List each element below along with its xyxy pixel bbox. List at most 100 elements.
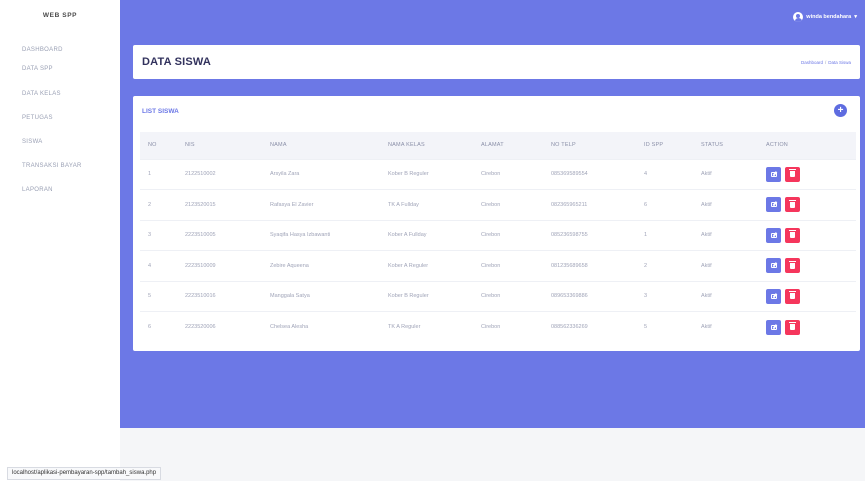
plus-icon: + xyxy=(837,105,844,116)
cell-nama: Manggala Satya xyxy=(270,293,310,300)
delete-button[interactable] xyxy=(785,197,800,213)
cell-kelas: Kober B Reguler xyxy=(388,293,429,300)
cell-id-spp: 4 xyxy=(644,171,648,178)
cell-kelas: TK A Fullday xyxy=(388,201,419,208)
edit-button[interactable] xyxy=(766,197,781,213)
trash-icon xyxy=(789,291,796,300)
trash-icon xyxy=(789,199,796,208)
cell-nis: 2223520006 xyxy=(185,324,216,330)
cell-nama: Syaqifa Hasya Izbawanti xyxy=(270,232,331,239)
main-content: winda bendahara ▾ DATA SISWA Dashboard / D… xyxy=(120,0,865,481)
col-header-id-spp: ID SPP xyxy=(644,142,664,149)
cell-alamat: Cirebon xyxy=(481,293,501,300)
cell-no: 5 xyxy=(148,293,152,300)
breadcrumb-separator: / xyxy=(824,60,827,65)
cell-alamat: Cirebon xyxy=(481,262,501,269)
sidebar-item-siswa[interactable]: SISWA xyxy=(0,135,120,149)
cell-action xyxy=(766,312,856,343)
table-body: 1 2122510002 Arsyila Zara Kober B Regule… xyxy=(140,159,856,342)
sidebar-item-petugas[interactable]: PETUGAS xyxy=(0,111,120,125)
breadcrumb-current: Data Siswa xyxy=(828,60,851,65)
user-avatar-icon xyxy=(793,12,804,22)
cell-status: Aktif xyxy=(701,324,712,330)
row-actions xyxy=(766,166,800,182)
page-title: DATA SISWA xyxy=(142,56,212,68)
cell-kelas: Kober B Reguler xyxy=(388,171,429,178)
delete-button[interactable] xyxy=(785,166,800,182)
user-menu[interactable]: winda bendahara ▾ xyxy=(793,12,857,22)
delete-button[interactable] xyxy=(785,258,800,274)
table-header-row: NO NIS NAMA NAMA KELAS ALAMAT NO TELP ID… xyxy=(140,132,856,159)
cell-kelas: Kober A Fullday xyxy=(388,232,427,239)
cell-telp: 081235689658 xyxy=(551,262,588,269)
cell-nama: Zebire Aqueena xyxy=(270,262,309,269)
table-row: 2 2123520015 Rafasya El Zavier TK A Full… xyxy=(140,189,856,221)
cell-action xyxy=(766,220,856,251)
cell-id-spp: 3 xyxy=(644,293,648,300)
table-row: 1 2122510002 Arsyila Zara Kober B Regule… xyxy=(140,159,856,190)
cell-alamat: Cirebon xyxy=(481,232,501,239)
table-row: 5 2223510016 Manggala Satya Kober B Regu… xyxy=(140,281,856,312)
cell-id-spp: 5 xyxy=(644,324,648,330)
row-actions xyxy=(766,288,800,304)
cell-no: 2 xyxy=(148,201,152,208)
cell-nis: 2223510016 xyxy=(185,293,216,300)
col-header-status: STATUS xyxy=(701,142,724,149)
cell-alamat: Cirebon xyxy=(481,201,501,208)
list-title: LIST SISWA xyxy=(142,108,179,115)
chevron-down-icon: ▾ xyxy=(854,14,857,20)
cell-status: Aktif xyxy=(701,293,712,300)
cell-alamat: Cirebon xyxy=(481,171,501,178)
cell-nis: 2223510005 xyxy=(185,232,216,239)
row-actions xyxy=(766,197,800,213)
edit-icon xyxy=(770,232,777,238)
edit-button[interactable] xyxy=(766,288,781,304)
edit-icon xyxy=(770,171,777,177)
delete-button[interactable] xyxy=(785,319,800,335)
table-row: 6 2223520006 Chelsea Alesha TK A Reguler… xyxy=(140,311,856,343)
delete-button[interactable] xyxy=(785,288,800,304)
delete-button[interactable] xyxy=(785,227,800,243)
col-header-no-telp: NO TELP xyxy=(551,142,576,149)
cell-telp: 089653369886 xyxy=(551,293,588,300)
cell-no: 1 xyxy=(148,171,152,178)
edit-button[interactable] xyxy=(766,166,781,182)
cell-nis: 2123520015 xyxy=(185,201,216,208)
sidebar-item-dashboard[interactable]: DASHBOARD xyxy=(0,43,120,57)
cell-kelas: TK A Reguler xyxy=(388,324,421,330)
cell-action xyxy=(766,159,856,190)
cell-id-spp: 1 xyxy=(644,232,648,239)
cell-no: 6 xyxy=(148,324,152,330)
col-header-action: ACTION xyxy=(766,142,788,149)
cell-status: Aktif xyxy=(701,262,712,269)
cell-nama: Chelsea Alesha xyxy=(270,324,309,330)
edit-button[interactable] xyxy=(766,258,781,274)
breadcrumb: Dashboard / Data Siswa xyxy=(801,60,851,65)
browser-status-url: localhost/aplikasi-pembayaran-spp/tambah… xyxy=(7,467,162,480)
col-header-nama-kelas: NAMA KELAS xyxy=(388,142,425,149)
cell-action xyxy=(766,281,856,312)
cell-nama: Rafasya El Zavier xyxy=(270,201,314,208)
edit-icon xyxy=(770,324,777,330)
trash-icon xyxy=(789,230,796,239)
trash-icon xyxy=(789,169,796,178)
page-header-card: DATA SISWA Dashboard / Data Siswa xyxy=(133,45,860,79)
col-header-alamat: ALAMAT xyxy=(481,142,504,149)
edit-icon xyxy=(770,293,777,299)
table-row: 4 2223510009 Zebire Aqueena Kober A Regu… xyxy=(140,250,856,282)
sidebar-nav: DASHBOARD DATA SPP DATA KELAS PETUGAS SI… xyxy=(0,43,120,197)
edit-button[interactable] xyxy=(766,227,781,243)
add-student-button[interactable]: + xyxy=(834,104,847,117)
breadcrumb-home[interactable]: Dashboard xyxy=(801,60,823,65)
cell-no: 4 xyxy=(148,262,152,269)
sidebar-item-data-spp[interactable]: DATA SPP xyxy=(0,62,120,76)
brand-logo[interactable]: WEB SPP xyxy=(0,0,120,30)
sidebar-item-data-kelas[interactable]: DATA KELAS xyxy=(0,87,120,101)
col-header-nis: NIS xyxy=(185,142,195,149)
cell-telp: 085236598755 xyxy=(551,232,588,239)
table-row: 3 2223510005 Syaqifa Hasya Izbawanti Kob… xyxy=(140,220,856,251)
cell-id-spp: 6 xyxy=(644,201,648,208)
sidebar-item-transaksi-bayar[interactable]: TRANSAKSI BAYAR xyxy=(0,159,120,173)
edit-button[interactable] xyxy=(766,319,781,335)
sidebar-item-laporan[interactable]: LAPORAN xyxy=(0,183,120,197)
